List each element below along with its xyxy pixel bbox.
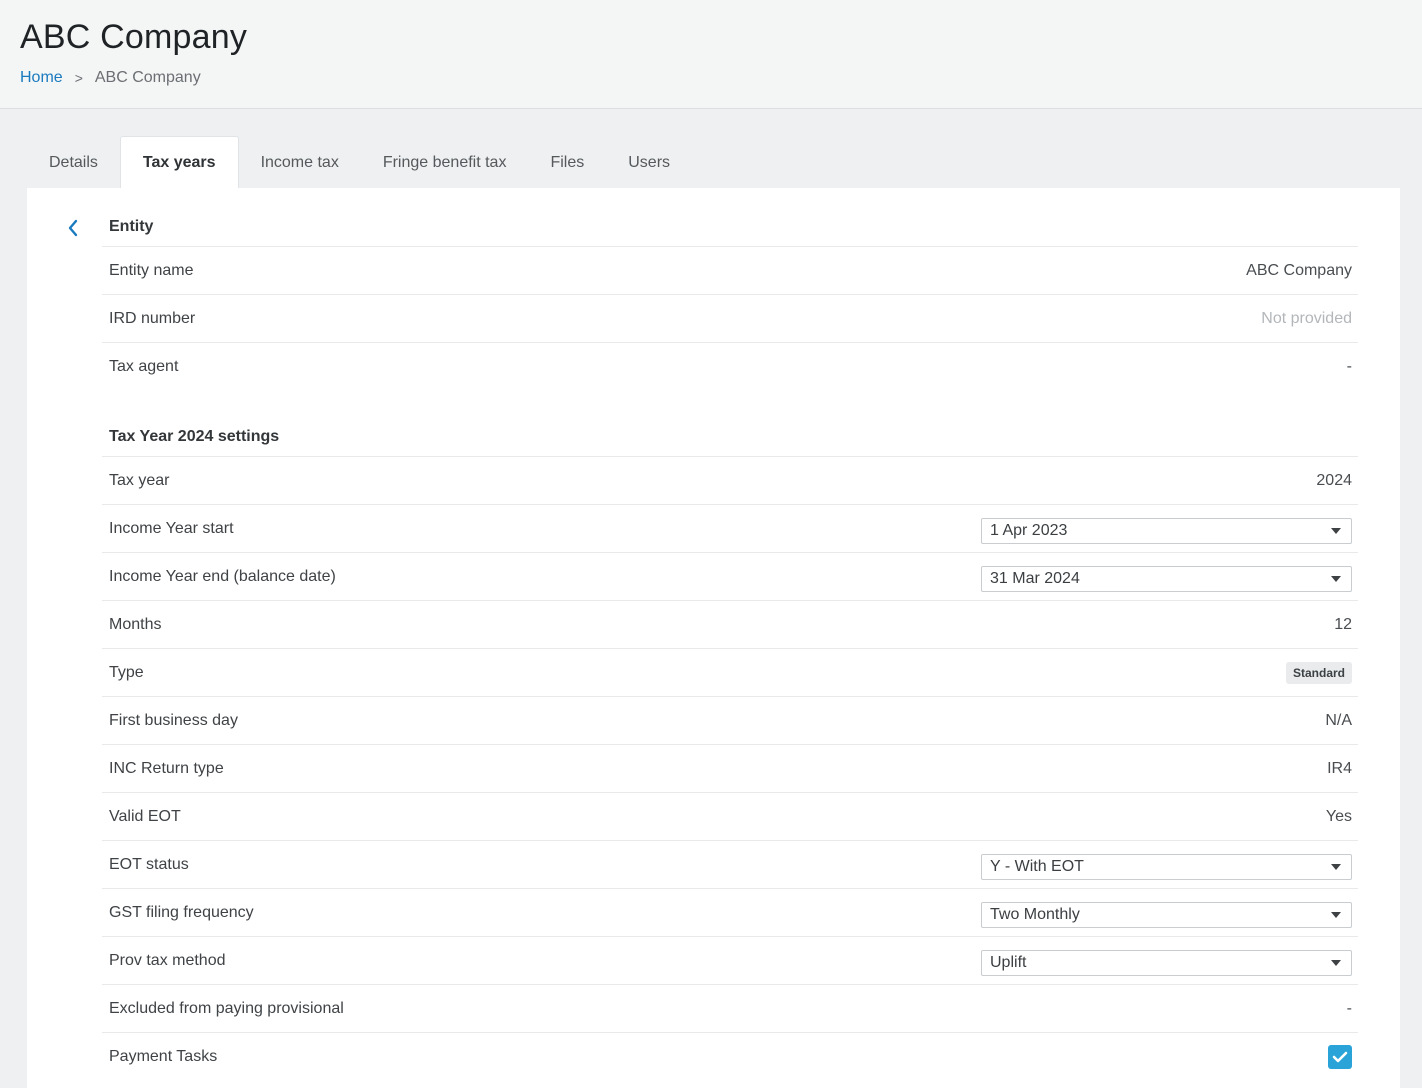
ird-number-row: IRD number Not provided	[102, 294, 1358, 342]
months-row: Months 12	[102, 600, 1358, 648]
row-label: Payment Tasks	[109, 1047, 218, 1065]
first-business-day-row: First business day N/A	[102, 696, 1358, 744]
row-label: Entity name	[109, 261, 194, 279]
income-year-end-row: Income Year end (balance date) 31 Mar 20…	[102, 552, 1358, 600]
row-label: Tax agent	[109, 357, 179, 375]
eot-status-row: EOT status Y - With EOT	[102, 840, 1358, 888]
gst-filing-frequency-row: GST filing frequency Two Monthly	[102, 888, 1358, 936]
row-label: Income Year end (balance date)	[109, 567, 336, 585]
tax-agent-value: -	[1346, 357, 1352, 375]
select-value: Uplift	[990, 953, 1027, 971]
breadcrumb-home-link[interactable]: Home	[20, 69, 63, 87]
row-label: EOT status	[109, 855, 189, 873]
tax-agent-row: Tax agent -	[102, 342, 1358, 390]
row-label: Prov tax method	[109, 951, 226, 969]
gst-filing-frequency-select[interactable]: Two Monthly	[981, 901, 1352, 928]
chevron-left-icon	[68, 219, 78, 237]
income-year-start-select[interactable]: 1 Apr 2023	[981, 517, 1352, 544]
row-label: First business day	[109, 711, 238, 729]
excluded-provisional-value: -	[1346, 999, 1352, 1017]
first-business-day-value: N/A	[1325, 711, 1352, 729]
checkmark-icon	[1332, 1051, 1348, 1062]
row-label: Income Year start	[109, 519, 234, 537]
row-label: Tax year	[109, 471, 170, 489]
tax-year-row: Tax year 2024	[102, 456, 1358, 504]
select-value: Two Monthly	[990, 905, 1080, 923]
tab-tax-years[interactable]: Tax years	[119, 136, 239, 189]
tax-year-value: 2024	[1316, 471, 1352, 489]
settings-rows: Tax year 2024 Income Year start 1 Apr 20…	[102, 456, 1358, 1080]
valid-eot-value: Yes	[1325, 807, 1352, 825]
breadcrumb-current: ABC Company	[94, 69, 201, 86]
row-label: GST filing frequency	[109, 903, 254, 921]
entity-name-row: Entity name ABC Company	[102, 246, 1358, 294]
caret-down-icon	[1331, 911, 1341, 918]
row-label: INC Return type	[109, 759, 224, 777]
valid-eot-row: Valid EOT Yes	[102, 792, 1358, 840]
caret-down-icon	[1331, 527, 1341, 534]
ird-number-value: Not provided	[1261, 309, 1352, 327]
entity-name-value: ABC Company	[1246, 261, 1352, 279]
tax-years-panel: Entity Entity name ABC Company IRD numbe…	[27, 188, 1400, 1088]
select-value: 31 Mar 2024	[990, 569, 1080, 587]
type-badge: Standard	[1285, 661, 1352, 684]
entity-rows: Entity name ABC Company IRD number Not p…	[102, 246, 1358, 390]
breadcrumb: Home > ABC Company	[20, 69, 201, 87]
caret-down-icon	[1331, 959, 1341, 966]
payment-tasks-checkbox[interactable]	[1328, 1044, 1352, 1069]
caret-down-icon	[1331, 863, 1341, 870]
tab-details[interactable]: Details	[27, 136, 120, 189]
row-label: Type	[109, 663, 144, 681]
inc-return-type-row: INC Return type IR4	[102, 744, 1358, 792]
tab-users[interactable]: Users	[606, 136, 692, 189]
select-value: Y - With EOT	[990, 857, 1084, 875]
back-button[interactable]	[63, 216, 83, 240]
page-header: ABC Company Home > ABC Company	[0, 0, 1422, 109]
row-label: IRD number	[109, 309, 196, 327]
eot-status-select[interactable]: Y - With EOT	[981, 853, 1352, 880]
income-year-end-select[interactable]: 31 Mar 2024	[981, 565, 1352, 592]
row-label: Months	[109, 615, 162, 633]
tab-files[interactable]: Files	[528, 136, 606, 189]
income-year-start-row: Income Year start 1 Apr 2023	[102, 504, 1358, 552]
row-label: Excluded from paying provisional	[109, 999, 344, 1017]
tab-income-tax[interactable]: Income tax	[239, 136, 361, 189]
select-value: 1 Apr 2023	[990, 521, 1068, 539]
prov-tax-method-row: Prov tax method Uplift	[102, 936, 1358, 984]
tab-bar: Details Tax years Income tax Fringe bene…	[27, 136, 692, 189]
inc-return-type-value: IR4	[1327, 759, 1352, 777]
breadcrumb-separator: >	[74, 70, 83, 86]
page-title: ABC Company	[20, 18, 248, 56]
months-value: 12	[1334, 615, 1352, 633]
caret-down-icon	[1331, 575, 1341, 582]
entity-section-title: Entity	[109, 218, 154, 235]
row-label: Valid EOT	[109, 807, 181, 825]
prov-tax-method-select[interactable]: Uplift	[981, 949, 1352, 976]
payment-tasks-row: Payment Tasks	[102, 1032, 1358, 1080]
settings-section-title: Tax Year 2024 settings	[109, 428, 280, 445]
excluded-provisional-row: Excluded from paying provisional -	[102, 984, 1358, 1032]
tab-fringe-benefit-tax[interactable]: Fringe benefit tax	[361, 136, 529, 189]
type-row: Type Standard	[102, 648, 1358, 696]
